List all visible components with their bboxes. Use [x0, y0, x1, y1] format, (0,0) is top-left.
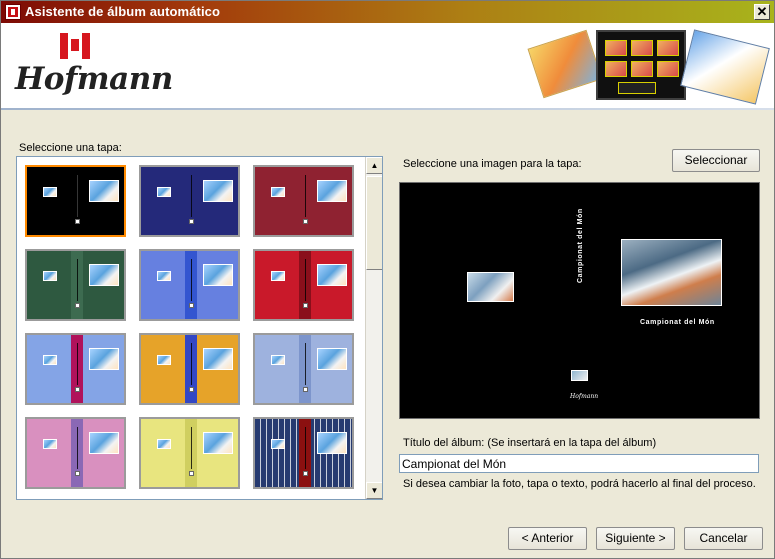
preview-caption: Campionat del Món — [640, 319, 715, 326]
album-title-input[interactable] — [399, 454, 759, 473]
title-bar: Asistente de álbum automático ✕ — [1, 1, 774, 23]
preview-photo-main — [621, 239, 722, 306]
cover-thumbnail[interactable] — [25, 417, 126, 489]
cover-list[interactable]: ▲ ▼ — [16, 156, 383, 500]
album-collage-image — [527, 26, 770, 105]
hofmann-logo: Hofmann — [15, 33, 173, 97]
cover-thumbnail[interactable] — [139, 333, 240, 405]
preview-brand: Hofmann — [570, 393, 599, 400]
image-label: Seleccione una imagen para la tapa: — [403, 158, 582, 170]
previous-button[interactable]: < Anterior — [508, 527, 587, 550]
window-title: Asistente de álbum automático — [25, 4, 221, 19]
album-hint: Si desea cambiar la foto, tapa o texto, … — [403, 478, 756, 490]
cover-thumbnail[interactable] — [139, 165, 240, 237]
logo-text: Hofmann — [15, 61, 173, 97]
scroll-up-button[interactable]: ▲ — [366, 157, 382, 174]
preview-photo-tiny — [571, 370, 588, 381]
cover-thumbnail[interactable] — [253, 249, 354, 321]
cover-thumbnail[interactable] — [253, 333, 354, 405]
triangle-down-icon: ▼ — [370, 486, 379, 495]
scroll-thumb[interactable] — [366, 176, 382, 270]
cover-thumbnail[interactable] — [139, 249, 240, 321]
triangle-up-icon: ▲ — [370, 161, 379, 170]
album-title-label: Título del álbum: (Se insertará en la ta… — [403, 437, 657, 449]
wizard-window: Asistente de álbum automático ✕ Hofmann — [0, 0, 775, 559]
preview-spine-title: Campionat del Món — [577, 208, 584, 283]
cover-label: Seleccione una tapa: — [19, 142, 122, 154]
preview-photo-small — [467, 272, 514, 302]
flag-icon — [60, 33, 90, 59]
scroll-down-button[interactable]: ▼ — [366, 482, 382, 499]
app-icon — [5, 4, 21, 20]
cover-thumbnail[interactable] — [25, 165, 126, 237]
header-banner: Hofmann — [1, 23, 774, 108]
cancel-button[interactable]: Cancelar — [684, 527, 763, 550]
next-button[interactable]: Siguiente > — [596, 527, 675, 550]
header-divider — [1, 108, 774, 110]
cover-thumbnail[interactable] — [139, 417, 240, 489]
close-button[interactable]: ✕ — [754, 4, 770, 20]
cover-preview: Campionat del Món Campionat del Món Hofm… — [399, 182, 760, 419]
cover-thumbnail[interactable] — [253, 417, 354, 489]
cover-thumbnail[interactable] — [25, 333, 126, 405]
cover-scrollbar[interactable]: ▲ ▼ — [365, 157, 382, 499]
cover-thumbnail[interactable] — [25, 249, 126, 321]
cover-thumbnail[interactable] — [253, 165, 354, 237]
select-image-button[interactable]: Seleccionar — [672, 149, 760, 172]
